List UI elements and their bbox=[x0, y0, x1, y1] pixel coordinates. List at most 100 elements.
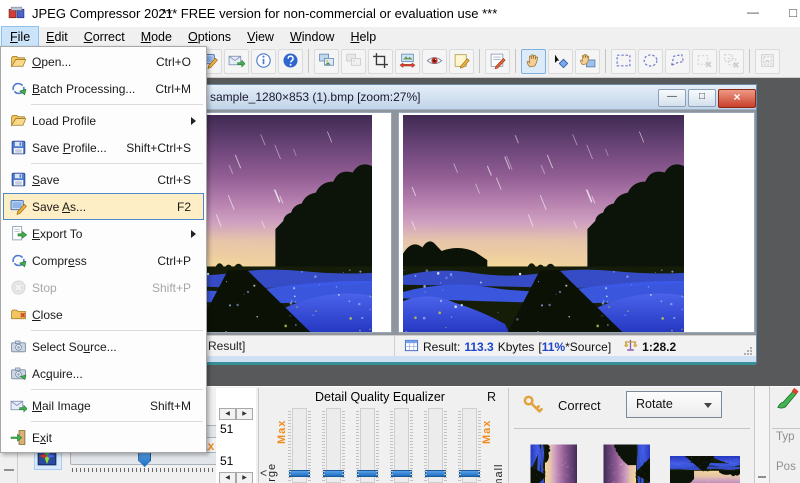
key-icon bbox=[522, 394, 544, 416]
copy-image-button[interactable] bbox=[314, 49, 339, 74]
quality-slider-bottom[interactable] bbox=[70, 451, 218, 467]
equalizer-handle[interactable] bbox=[391, 470, 412, 478]
menu-separator bbox=[31, 421, 203, 422]
toolbar-separator bbox=[308, 49, 309, 73]
menu-item-label: Stop bbox=[32, 280, 57, 295]
pan-button[interactable] bbox=[575, 49, 600, 74]
batch-processing-menu-item[interactable]: Batch Processing... Ctrl+M bbox=[3, 75, 204, 102]
equalizer-tick-marks bbox=[410, 410, 413, 481]
spin-right-button[interactable]: ▶ bbox=[236, 408, 253, 420]
doc-minimize-button[interactable]: — bbox=[658, 89, 686, 107]
hand-icon bbox=[525, 52, 542, 72]
equalizer-small-caption: Small bbox=[493, 463, 505, 483]
document-bottom-border bbox=[201, 362, 756, 365]
doc-maximize-button[interactable]: □ bbox=[688, 89, 716, 107]
red-eye-button[interactable] bbox=[422, 49, 447, 74]
export-to-menu-item[interactable]: Export To bbox=[3, 220, 204, 247]
spin-left-button[interactable]: ◀ bbox=[219, 472, 236, 483]
crop-button[interactable] bbox=[368, 49, 393, 74]
resize-button[interactable] bbox=[395, 49, 420, 74]
close-menu-item[interactable]: Close bbox=[3, 301, 204, 328]
equalizer-slider-1[interactable] bbox=[289, 408, 310, 483]
select-source-menu-item[interactable]: Select Source... bbox=[3, 333, 204, 360]
menu-item-shortcut: Ctrl+S bbox=[157, 172, 191, 187]
note-edit-button[interactable] bbox=[449, 49, 474, 74]
help-button[interactable] bbox=[278, 49, 303, 74]
slider-handle[interactable] bbox=[138, 451, 152, 467]
deselect-icon bbox=[696, 52, 713, 72]
select-ellipse-button[interactable] bbox=[638, 49, 663, 74]
document-content bbox=[201, 110, 756, 335]
help-icon bbox=[282, 52, 299, 72]
resize-grip[interactable] bbox=[743, 345, 753, 359]
load-profile-menu-item[interactable]: Load Profile bbox=[3, 107, 204, 134]
maximize-button[interactable]: □ bbox=[778, 3, 800, 22]
equalizer-slider-2[interactable] bbox=[323, 408, 344, 483]
rotate-thumbnail-180[interactable] bbox=[670, 456, 740, 483]
equalizer-handle[interactable] bbox=[425, 470, 446, 478]
equalizer-slider-4[interactable] bbox=[391, 408, 412, 483]
menu-mode[interactable]: Mode bbox=[133, 27, 180, 47]
right-splitter[interactable] bbox=[754, 386, 770, 483]
menu-file[interactable]: File bbox=[0, 26, 40, 48]
form-edit-button[interactable] bbox=[485, 49, 510, 74]
pan-icon bbox=[579, 52, 596, 72]
mail-image-menu-item[interactable]: Mail Image Shift+M bbox=[3, 392, 204, 419]
equalizer-slider-3[interactable] bbox=[357, 408, 378, 483]
spin-right-button[interactable]: ▶ bbox=[236, 472, 253, 483]
result-image-pane[interactable] bbox=[398, 112, 755, 333]
compress-menu-item[interactable]: Compress Ctrl+P bbox=[3, 247, 204, 274]
menu-view[interactable]: View bbox=[239, 27, 282, 47]
select-poly-button[interactable] bbox=[665, 49, 690, 74]
equalizer-slider-5[interactable] bbox=[425, 408, 446, 483]
stop-menu-item: Stop Shift+P bbox=[3, 274, 204, 301]
source-image-pane[interactable] bbox=[204, 112, 392, 333]
equalizer-tick-marks bbox=[322, 410, 325, 481]
document-titlebar[interactable]: sample_1280×853 (1).bmp [zoom:27%] — □ × bbox=[201, 85, 756, 110]
equalizer-corner-label: R bbox=[487, 390, 497, 404]
equalizer-handle[interactable] bbox=[289, 470, 310, 478]
brush-icon[interactable] bbox=[776, 387, 800, 409]
mail-button[interactable] bbox=[224, 49, 249, 74]
menu-help[interactable]: Help bbox=[342, 27, 384, 47]
hand-button[interactable] bbox=[521, 49, 546, 74]
rotate-thumbnail-cw[interactable] bbox=[530, 444, 577, 483]
menu-options[interactable]: Options bbox=[180, 27, 239, 47]
acquire-menu-item[interactable]: Acquire... bbox=[3, 360, 204, 387]
menu-edit[interactable]: Edit bbox=[38, 27, 76, 47]
spin-left-button[interactable]: ◀ bbox=[219, 408, 236, 420]
save-menu-item[interactable]: Save Ctrl+S bbox=[3, 166, 204, 193]
select-ellipse-icon bbox=[642, 52, 659, 72]
doc-close-button[interactable]: × bbox=[718, 89, 756, 108]
equalizer-handle[interactable] bbox=[323, 470, 344, 478]
splitter-handle[interactable] bbox=[4, 469, 14, 471]
note-edit-icon bbox=[453, 52, 470, 72]
menu-correct[interactable]: Correct bbox=[76, 27, 133, 47]
zoom-select-button[interactable] bbox=[548, 49, 573, 74]
menu-separator bbox=[31, 330, 203, 331]
menu-window[interactable]: Window bbox=[282, 27, 342, 47]
exit-menu-item[interactable]: Exit bbox=[3, 424, 204, 451]
menu-item-label: Save Profile... bbox=[32, 140, 107, 155]
equalizer-slider-6[interactable] bbox=[459, 408, 480, 483]
red-eye-icon bbox=[426, 52, 443, 72]
info-button[interactable] bbox=[251, 49, 276, 74]
app-logo-icon bbox=[8, 5, 25, 22]
select-poly-icon bbox=[669, 52, 686, 72]
batch-icon bbox=[4, 80, 32, 97]
equalizer-handle[interactable] bbox=[357, 470, 378, 478]
deselect-all-button bbox=[719, 49, 744, 74]
equalizer-handle[interactable] bbox=[459, 470, 480, 478]
menu-item-label: Exit bbox=[32, 430, 53, 445]
correct-mode-dropdown[interactable]: Rotate bbox=[626, 391, 722, 418]
save-as-menu-item[interactable]: Save As... F2 bbox=[3, 193, 204, 220]
open-menu-item[interactable]: Open... Ctrl+O bbox=[3, 48, 204, 75]
menu-separator bbox=[31, 163, 203, 164]
exit-icon bbox=[4, 429, 32, 446]
info-icon bbox=[255, 52, 272, 72]
select-rect-button[interactable] bbox=[611, 49, 636, 74]
splitter-handle[interactable] bbox=[758, 476, 766, 478]
minimize-button[interactable]: — bbox=[738, 3, 768, 22]
rotate-thumbnail-ccw[interactable] bbox=[603, 444, 650, 483]
save-profile-menu-item[interactable]: Save Profile... Shift+Ctrl+S bbox=[3, 134, 204, 161]
